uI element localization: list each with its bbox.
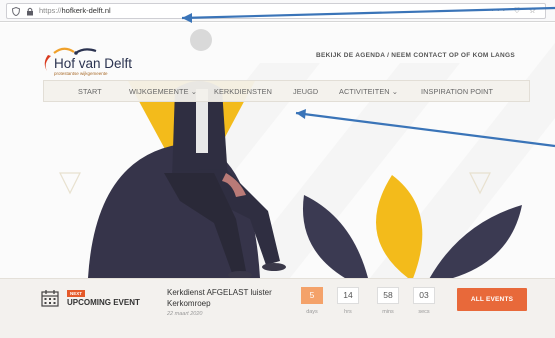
nav-activiteiten[interactable]: ACTIVITEITEN ⌄ bbox=[339, 87, 398, 96]
upcoming-event-label: UPCOMING EVENT bbox=[67, 298, 140, 307]
countdown-days-unit: days bbox=[306, 309, 318, 315]
event-title[interactable]: Kerkdienst AFGELAST luister Kerkomroep bbox=[167, 287, 277, 309]
nav-wijkgemeente[interactable]: WIJKGEMEENTE ⌄ bbox=[129, 87, 197, 96]
next-badge: NEXT bbox=[67, 290, 86, 297]
lock-icon[interactable] bbox=[26, 7, 34, 16]
nav-start[interactable]: START bbox=[78, 87, 102, 96]
url-domain: hofkerk-delft.nl bbox=[61, 6, 111, 15]
countdown-hours: 14 bbox=[337, 287, 359, 304]
url-text[interactable]: https://hofkerk-delft.nl bbox=[39, 6, 111, 15]
countdown-minutes-unit: mins bbox=[382, 309, 394, 315]
event-date: 22 maart 2020 bbox=[167, 311, 203, 317]
site-logo[interactable]: Hof van Delft protestantse wijkgemeente bbox=[40, 43, 150, 79]
address-bar[interactable]: https://hofkerk-delft.nl ··· ♡ ☆ bbox=[6, 3, 546, 19]
website-page: Hof van Delft protestantse wijkgemeente … bbox=[0, 23, 555, 338]
shield-icon[interactable] bbox=[12, 7, 20, 16]
logo-name: Hof van Delft bbox=[54, 56, 133, 71]
header-top-links[interactable]: BEKIJK DE AGENDA / NEEM CONTACT OP OF KO… bbox=[316, 52, 515, 59]
nav-kerkdiensten[interactable]: KERKDIENSTEN bbox=[214, 87, 272, 96]
nav-inspiration-point[interactable]: INSPIRATION POINT bbox=[421, 87, 493, 96]
main-navigation: START WIJKGEMEENTE ⌄ KERKDIENSTEN JEUGD … bbox=[43, 80, 530, 102]
url-scheme: https:// bbox=[39, 6, 62, 15]
nav-jeugd[interactable]: JEUGD bbox=[293, 87, 318, 96]
countdown-minutes: 58 bbox=[377, 287, 399, 304]
calendar-icon bbox=[41, 290, 59, 307]
countdown-seconds-unit: secs bbox=[418, 309, 430, 315]
countdown-seconds: 03 bbox=[413, 287, 435, 304]
page-actions-icons[interactable]: ··· ♡ ☆ bbox=[491, 6, 539, 15]
logo-tagline: protestantse wijkgemeente bbox=[54, 71, 108, 76]
upcoming-event-bar: NEXT UPCOMING EVENT Kerkdienst AFGELAST … bbox=[0, 278, 555, 338]
all-events-button[interactable]: ALL EVENTS bbox=[457, 288, 527, 311]
countdown-days: 5 bbox=[301, 287, 323, 304]
countdown-hours-unit: hrs bbox=[344, 309, 352, 315]
browser-toolbar: https://hofkerk-delft.nl ··· ♡ ☆ bbox=[0, 0, 555, 22]
